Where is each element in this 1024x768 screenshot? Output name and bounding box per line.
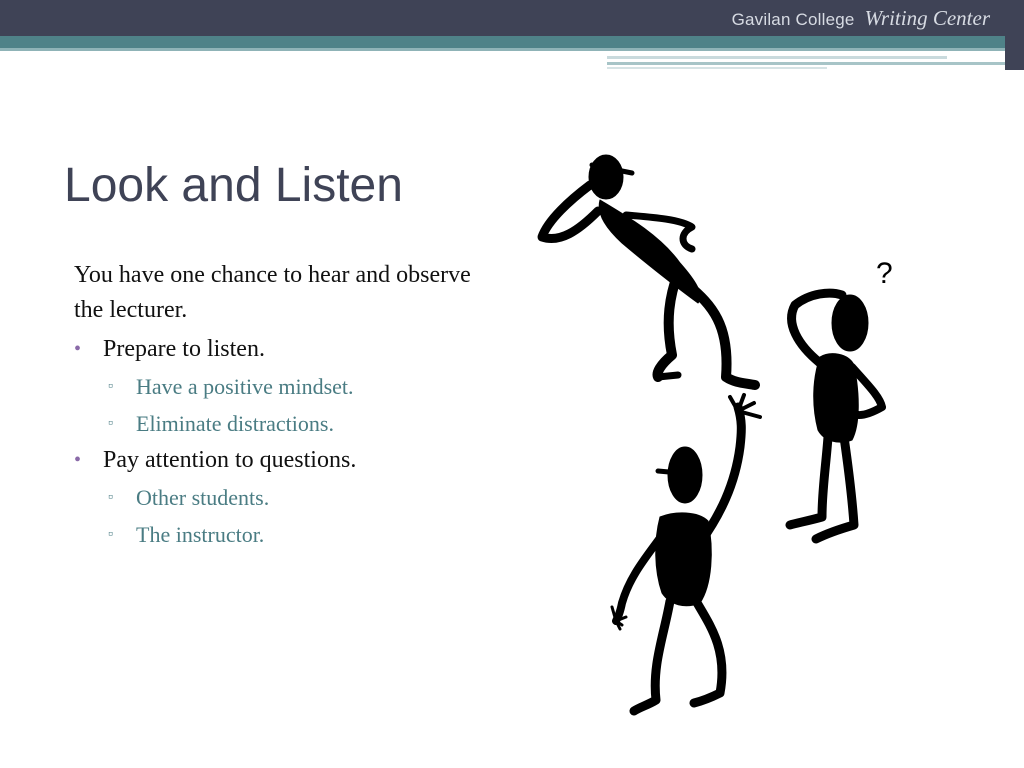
sub-bullet-item: ▫ Other students. <box>74 479 494 516</box>
question-mark: ? <box>876 257 893 290</box>
header-accent-line <box>607 67 827 69</box>
intro-text: You have one chance to hear and observe … <box>74 262 471 323</box>
listening-figures-illustration: ? <box>537 154 893 716</box>
sub-bullet-text: Have a positive mindset. <box>136 374 354 399</box>
brand-college: Gavilan College <box>731 10 855 29</box>
sub-bullet-text: The instructor. <box>136 522 265 547</box>
sub-bullet-text: Eliminate distractions. <box>136 411 334 436</box>
slide-title: Look and Listen <box>64 159 403 212</box>
sub-bullet-item: ▫ Have a positive mindset. <box>74 368 494 405</box>
square-bullet-icon: ▫ <box>108 379 113 394</box>
leaning-listener-figure <box>537 154 760 390</box>
sub-bullet-item: ▫ The instructor. <box>74 516 494 553</box>
header-accent-line <box>607 56 947 59</box>
sub-bullet-text: Other students. <box>136 485 270 510</box>
bullet-text: Pay attention to questions. <box>103 447 357 473</box>
square-bullet-icon: ▫ <box>108 527 113 542</box>
header-accent-line <box>607 62 1005 65</box>
bullet-item: • Prepare to listen. <box>74 331 494 368</box>
bullet-item: • Pay attention to questions. <box>74 442 494 479</box>
confused-figure: ? <box>785 257 893 544</box>
bullet-dot-icon: • <box>74 449 82 471</box>
brand-center: Writing Center <box>864 6 990 30</box>
sub-bullet-item: ▫ Eliminate distractions. <box>74 405 494 442</box>
slide-body: You have one chance to hear and observe … <box>74 258 494 553</box>
brand-label: Gavilan College Writing Center <box>732 6 990 31</box>
bullet-text: Prepare to listen. <box>103 336 265 362</box>
hand-raising-figure <box>610 393 762 716</box>
header-corner-block <box>1005 36 1024 70</box>
square-bullet-icon: ▫ <box>108 490 113 505</box>
header-stripe <box>0 36 1005 48</box>
header-stripe-thin <box>0 48 1005 51</box>
bullet-dot-icon: • <box>74 338 82 360</box>
square-bullet-icon: ▫ <box>108 416 113 431</box>
